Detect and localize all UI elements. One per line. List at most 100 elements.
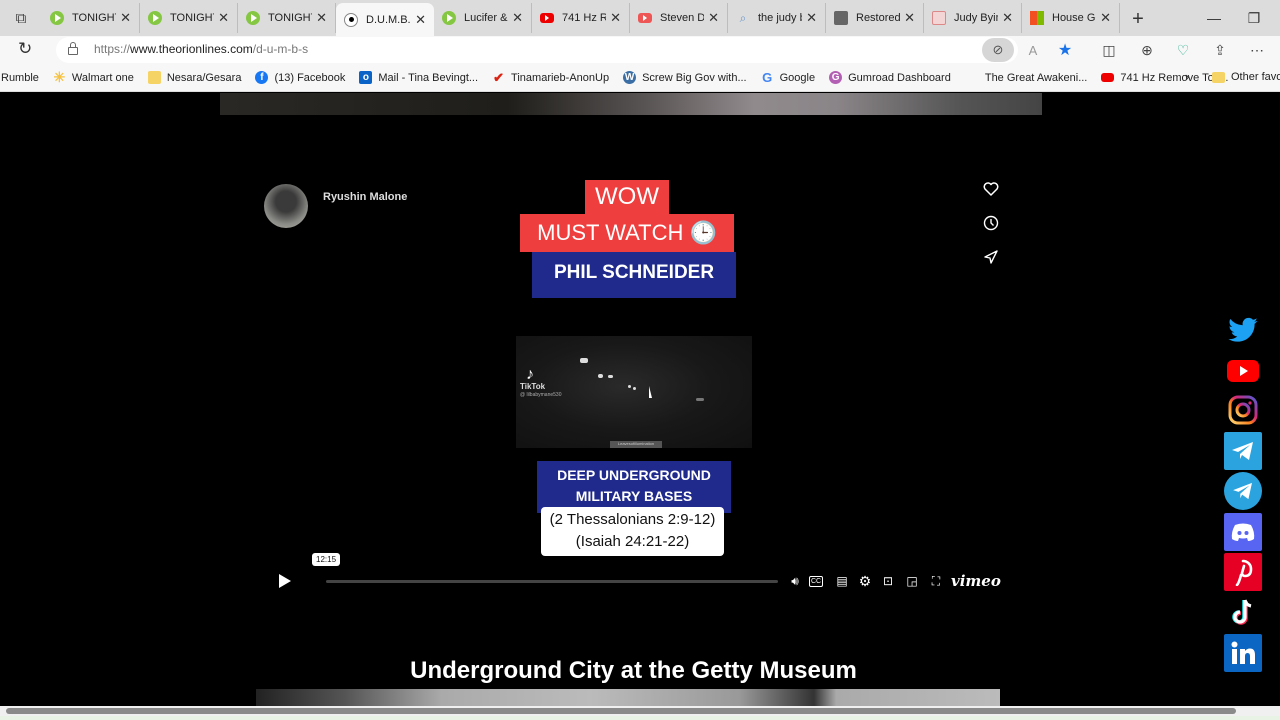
close-tab-icon[interactable]: ✕: [512, 10, 523, 26]
tab[interactable]: House GC ✕: [1022, 3, 1120, 33]
url-text[interactable]: https://www.theorionlines.com/d-u-m-b-s: [94, 42, 308, 56]
fullscreen-icon[interactable]: ⛶: [927, 572, 945, 590]
banner-phil-schneider: PHIL SCHNEIDER: [532, 252, 736, 298]
instagram-icon[interactable]: [1224, 391, 1262, 429]
tab[interactable]: TONIGHT ✕: [42, 3, 140, 33]
tab[interactable]: 741 Hz Re✕: [532, 3, 630, 33]
next-video-thumbnail[interactable]: [256, 689, 1000, 707]
closed-captions-icon[interactable]: CC: [809, 576, 823, 587]
new-tab-button[interactable]: +: [1120, 3, 1156, 36]
bookmark-item[interactable]: Rumble: [1, 72, 39, 84]
more-menu-icon[interactable]: ⋯: [1246, 39, 1268, 61]
bookmark-item[interactable]: ✳ Walmart one: [53, 69, 134, 85]
pinterest-icon[interactable]: [1224, 553, 1262, 591]
close-tab-icon[interactable]: ✕: [610, 10, 621, 26]
other-favorites-folder[interactable]: Other favo: [1212, 71, 1280, 83]
close-tab-icon[interactable]: ✕: [316, 10, 327, 26]
favorite-star-icon[interactable]: ★: [1054, 37, 1076, 63]
tunnel-light: [598, 374, 603, 378]
owner-name[interactable]: Ryushin Malone: [323, 191, 407, 203]
close-tab-icon[interactable]: ✕: [806, 10, 817, 26]
scrollbar-thumb[interactable]: [6, 708, 1236, 714]
twitter-icon[interactable]: [1224, 312, 1262, 350]
bookmark-item[interactable]: Nesara/Gesara: [147, 71, 242, 84]
bookmark-item[interactable]: 741 Hz Remove Tox...: [1101, 72, 1228, 84]
collections-icon[interactable]: ⊕: [1136, 39, 1158, 61]
tracking-prevention-icon[interactable]: ⊘: [982, 38, 1014, 62]
bookmarks-overflow-chevron-icon[interactable]: ›: [1185, 69, 1189, 84]
reload-icon[interactable]: ↻: [18, 39, 32, 59]
bookmark-item[interactable]: o Mail - Tina Bevingt...: [359, 71, 478, 84]
close-tab-icon[interactable]: ✕: [708, 10, 719, 26]
bookmark-label: Tinamarieb-AnonUp: [511, 71, 610, 84]
anonup-icon: ✔: [493, 69, 504, 85]
bookmark-item[interactable]: G Gumroad Dashboard: [829, 71, 951, 84]
picture-in-picture-icon[interactable]: ◲: [903, 572, 921, 590]
like-heart-icon[interactable]: [981, 179, 1001, 199]
bookmark-item[interactable]: G Google: [761, 70, 815, 85]
banner-line: MILITARY BASES: [575, 488, 693, 504]
page-content: Ryushin Malone WOW MUST WATCH 🕒 PHIL SCH…: [0, 93, 1280, 707]
address-bar-row: ↻ https://www.theorionlines.com/d-u-m-b-…: [0, 36, 1280, 64]
watch-later-clock-icon[interactable]: [981, 213, 1001, 233]
bookmark-item[interactable]: W Screw Big Gov with...: [623, 71, 747, 84]
progress-bar[interactable]: [326, 580, 778, 583]
search-icon: ⌕: [739, 10, 747, 25]
close-tab-icon[interactable]: ✕: [120, 10, 131, 26]
close-tab-icon[interactable]: ✕: [1100, 10, 1111, 26]
transcript-icon[interactable]: ▤: [833, 572, 851, 590]
bookmark-item[interactable]: f (13) Facebook: [255, 71, 345, 84]
settings-gear-icon[interactable]: ⚙: [856, 572, 874, 590]
tunnel-light: [628, 385, 631, 388]
youtube-icon[interactable]: [1224, 352, 1262, 390]
lock-icon[interactable]: [68, 42, 78, 55]
address-bar[interactable]: https://www.theorionlines.com/d-u-m-b-s …: [56, 37, 1072, 63]
verse-line: (Isaiah 24:21-22): [575, 533, 690, 550]
bookmark-label: Nesara/Gesara: [166, 71, 242, 84]
browser-essentials-icon[interactable]: ♡: [1172, 39, 1194, 61]
microsoft-icon: [1030, 11, 1044, 25]
play-icon[interactable]: [279, 574, 291, 588]
tiktok-icon[interactable]: [1224, 593, 1262, 631]
telegram-circle-icon[interactable]: [1224, 472, 1262, 510]
previous-video-thumbnail[interactable]: [220, 93, 1042, 115]
tab[interactable]: Lucifer & ✕: [434, 3, 532, 33]
close-tab-icon[interactable]: ✕: [1002, 10, 1013, 26]
close-tab-icon[interactable]: ✕: [218, 10, 229, 26]
close-tab-icon[interactable]: ✕: [415, 12, 426, 28]
vimeo-player[interactable]: Ryushin Malone WOW MUST WATCH 🕒 PHIL SCH…: [250, 165, 1020, 625]
tab[interactable]: ⌕ the judy b ✕: [728, 3, 826, 33]
workspaces-icon[interactable]: ⧉: [0, 0, 42, 36]
window-bottom-edge: [0, 716, 1280, 720]
discord-icon[interactable]: [1224, 513, 1262, 551]
cast-icon[interactable]: ⊡: [879, 572, 897, 590]
close-tab-icon[interactable]: ✕: [904, 10, 915, 26]
read-aloud-icon[interactable]: A: [1022, 37, 1044, 63]
bookmark-item[interactable]: The Great Awakeni...: [985, 72, 1088, 84]
share-icon[interactable]: ⇪: [1209, 39, 1231, 61]
tab[interactable]: TONIGHT ✕: [238, 3, 336, 33]
youtube-icon: [1101, 73, 1115, 82]
owner-avatar[interactable]: [264, 184, 308, 228]
minimize-icon[interactable]: —: [1194, 0, 1234, 36]
tab[interactable]: Steven D. ✕: [630, 3, 728, 33]
linkedin-icon[interactable]: [1224, 634, 1262, 672]
tab[interactable]: TONIGHT ✕: [140, 3, 238, 33]
horizontal-scrollbar[interactable]: [0, 706, 1280, 716]
volume-icon[interactable]: 🔊︎: [786, 572, 804, 590]
restore-icon[interactable]: ❐: [1234, 0, 1274, 36]
tab[interactable]: Judy Byin ✕: [924, 3, 1022, 33]
tab-title: Lucifer &: [464, 12, 508, 24]
rumble-icon: [442, 11, 456, 25]
next-video-title: Underground City at the Getty Museum: [410, 657, 857, 684]
telegram-icon[interactable]: [1224, 432, 1262, 470]
tab-active[interactable]: D.U.M.B.s ✕: [336, 3, 434, 36]
bookmark-item[interactable]: ✔ Tinamarieb-AnonUp: [492, 69, 610, 85]
share-send-icon[interactable]: [981, 247, 1001, 267]
rumble-icon: [50, 11, 64, 25]
split-screen-icon[interactable]: ◫: [1098, 39, 1120, 61]
vimeo-logo[interactable]: vimeo: [951, 572, 1001, 590]
video-frame[interactable]: WOW MUST WATCH 🕒 PHIL SCHNEIDER ♪ TikTok…: [516, 177, 752, 567]
tab[interactable]: Restored ✕: [826, 3, 924, 33]
gumroad-icon: G: [829, 71, 843, 84]
